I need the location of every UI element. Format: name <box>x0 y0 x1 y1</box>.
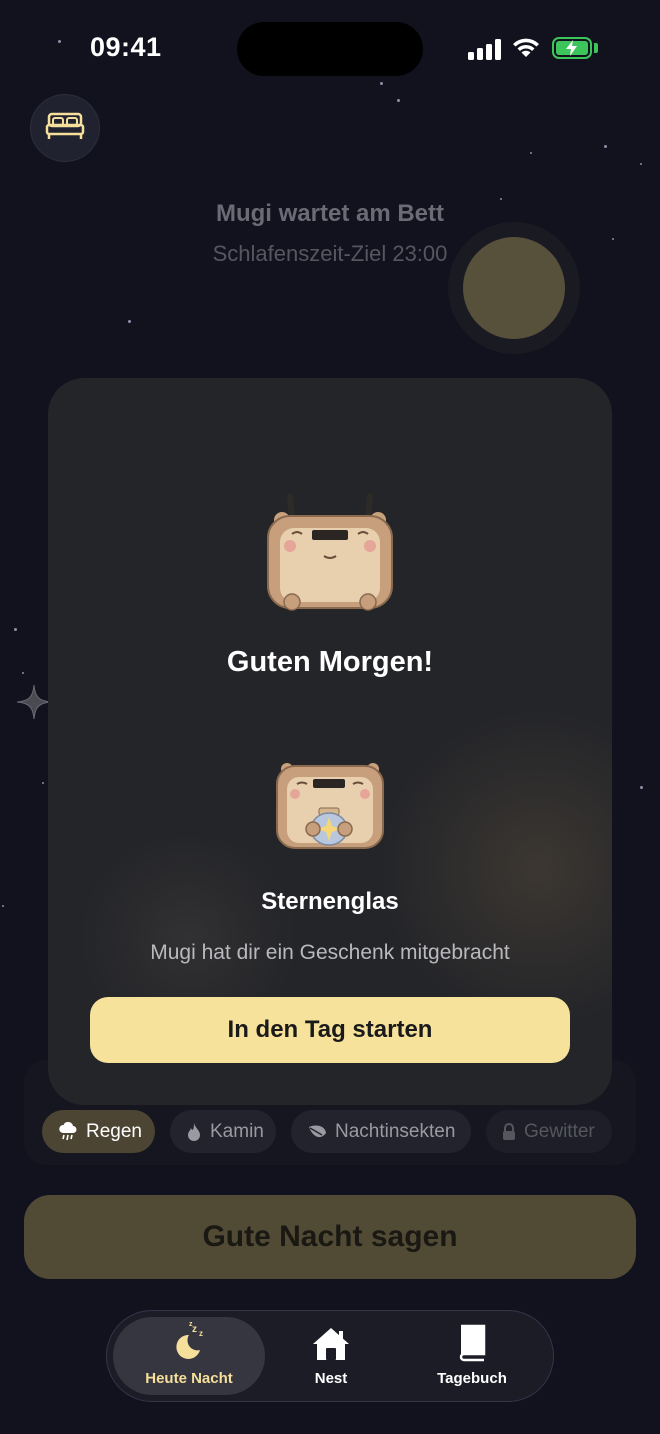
chip-label: Gewitter <box>524 1120 595 1142</box>
goodnight-button[interactable]: Gute Nacht sagen <box>24 1195 636 1279</box>
star <box>22 672 24 674</box>
book-icon <box>456 1324 488 1366</box>
moon-icon <box>463 237 565 339</box>
status-time: 09:41 <box>90 32 162 62</box>
tab-heute-nacht[interactable]: z z z Heute Nacht <box>113 1317 265 1395</box>
gift-name: Sternenglas <box>261 888 399 915</box>
star <box>42 782 44 784</box>
tab-label: Tagebuch <box>437 1370 507 1387</box>
battery-icon <box>552 37 592 59</box>
star <box>397 99 400 102</box>
modal-title: Guten Morgen! <box>226 646 434 678</box>
star <box>58 40 61 43</box>
chip-label: Nachtinsekten <box>335 1120 456 1142</box>
star <box>640 163 642 165</box>
gift-description: Mugi hat dir ein Geschenk mitgebracht <box>150 941 510 964</box>
star <box>530 152 532 154</box>
tab-label: Nest <box>314 1370 348 1387</box>
svg-text:z: z <box>199 1329 203 1338</box>
svg-text:z: z <box>189 1322 193 1328</box>
home-icon <box>311 1326 351 1366</box>
morning-modal: Guten Morgen! Sternenglas Mugi hat dir e… <box>48 378 612 1105</box>
cellular-signal-icon <box>468 38 502 60</box>
lock-icon <box>502 1122 516 1141</box>
tab-bar: z z z Heute Nacht Nest Tagebuch <box>106 1310 554 1402</box>
sound-chip-gewitter[interactable]: Gewitter <box>486 1110 612 1153</box>
chip-label: Regen <box>86 1120 142 1142</box>
sound-chip-nachtinsekten[interactable]: Nachtinsekten <box>291 1110 471 1153</box>
sound-chip-kamin[interactable]: Kamin <box>170 1110 276 1153</box>
battery-cap <box>594 43 598 53</box>
star <box>380 82 383 85</box>
star <box>14 628 17 631</box>
star <box>128 320 131 323</box>
mugi-with-gift-image <box>273 761 387 858</box>
leaf-icon <box>307 1123 327 1141</box>
rain-cloud-icon <box>58 1121 78 1142</box>
star <box>604 145 607 148</box>
mugi-character-awake <box>262 488 398 621</box>
star <box>640 786 643 789</box>
bed-button[interactable] <box>30 94 100 162</box>
dynamic-island <box>237 22 423 76</box>
scene-title: Mugi wartet am Bett <box>215 200 445 227</box>
bed-icon <box>45 111 85 146</box>
chip-label: Kamin <box>210 1120 264 1142</box>
tab-nest[interactable]: Nest <box>279 1317 383 1395</box>
star <box>612 238 614 240</box>
tab-tagebuch[interactable]: Tagebuch <box>417 1317 527 1395</box>
svg-text:z: z <box>192 1324 197 1335</box>
start-day-button[interactable]: In den Tag starten <box>90 997 570 1063</box>
moon-sleep-icon: z z z <box>169 1321 209 1366</box>
tab-label: Heute Nacht <box>145 1370 233 1387</box>
modal-glow <box>378 708 612 1028</box>
sound-chip-regen[interactable]: Regen <box>42 1110 155 1153</box>
flame-icon <box>186 1122 202 1142</box>
star <box>2 905 4 907</box>
wifi-icon <box>511 36 541 63</box>
